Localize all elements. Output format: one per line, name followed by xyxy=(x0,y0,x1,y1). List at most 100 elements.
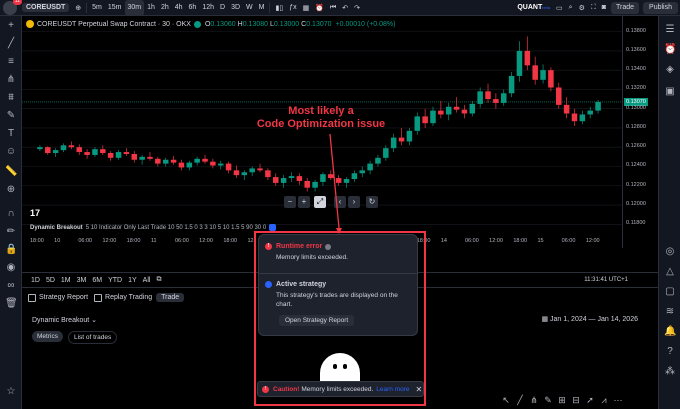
scroll-left-button[interactable]: ‹ xyxy=(334,196,346,208)
timeframe-30m[interactable]: 30m xyxy=(124,0,145,16)
crosshair-icon[interactable]: + xyxy=(5,20,17,32)
tab-replay-trading[interactable]: Replay Trading xyxy=(94,293,152,302)
time-tick-label: 06:00 xyxy=(561,238,576,244)
range-ytd[interactable]: YTD xyxy=(105,277,125,284)
layers-icon[interactable]: ◈ xyxy=(664,64,676,76)
range-1y[interactable]: 1Y xyxy=(125,277,140,284)
watchlist-icon[interactable]: ☰ xyxy=(664,24,676,36)
price-axis[interactable]: 0.13070 0.13800 0.13600 0.13400 0.13200 0.13… xyxy=(622,16,658,248)
trash-icon[interactable]: 🗑 xyxy=(5,298,18,310)
arrow-icon[interactable]: ➚ xyxy=(584,394,596,406)
horizontal-lines-icon[interactable]: ≡ xyxy=(5,56,17,68)
timeframe-2h[interactable]: 2h xyxy=(158,0,172,16)
search-icon[interactable]: ⌕ xyxy=(566,0,576,16)
tab-trade[interactable]: Trade xyxy=(156,293,185,302)
date-range-selector[interactable]: ▦ Jan 1, 2024 — Jan 14, 2026 xyxy=(541,315,638,323)
timeframe-D[interactable]: D xyxy=(217,0,228,16)
strategy-selector[interactable]: Dynamic Breakout ⌄ xyxy=(32,316,97,324)
zoom-out-button[interactable]: − xyxy=(284,196,296,208)
timeframe-12h[interactable]: 12h xyxy=(199,0,217,16)
timeframe-4h[interactable]: 4h xyxy=(172,0,186,16)
trendline-icon[interactable]: ╱ xyxy=(514,394,526,406)
quant-logo[interactable]: QUANT beta xyxy=(514,0,553,16)
candle-body xyxy=(383,148,389,158)
eye-icon[interactable]: ◉ xyxy=(5,262,17,274)
trade-button[interactable]: Trade xyxy=(611,1,640,14)
undo-icon[interactable]: ↶ xyxy=(339,0,351,16)
pattern-icon[interactable]: ⩘ xyxy=(598,394,610,406)
chart-type-icon[interactable]: ▮▯ xyxy=(272,0,286,16)
ruler-icon[interactable]: 📏 xyxy=(5,166,17,178)
range-6m[interactable]: 6M xyxy=(89,277,105,284)
zoom-in-button[interactable]: + xyxy=(298,196,310,208)
target-icon[interactable]: ◎ xyxy=(664,246,676,258)
signal-icon[interactable]: ≋ xyxy=(664,306,676,318)
pencil-lock-icon[interactable]: ✏ xyxy=(5,226,17,238)
symbol-search-button[interactable]: COREUSDT xyxy=(19,0,72,16)
price-tick-label: 0.13000 xyxy=(626,104,646,111)
timeframe-5m[interactable]: 5m xyxy=(89,0,105,16)
notifications-icon[interactable]: 🔔 xyxy=(664,326,676,338)
avatar[interactable]: 11 xyxy=(3,0,22,15)
measure-icon[interactable]: ⊟ xyxy=(570,394,582,406)
brush-icon[interactable]: ✎ xyxy=(5,110,17,122)
trendline-icon[interactable]: ╱ xyxy=(5,38,17,50)
range-3m[interactable]: 3M xyxy=(74,277,90,284)
scroll-right-button[interactable]: › xyxy=(348,196,360,208)
tab-strategy-report[interactable]: Strategy Report xyxy=(28,293,88,302)
timeframe-1h[interactable]: 1h xyxy=(144,0,158,16)
subtab-metrics[interactable]: Metrics xyxy=(32,331,63,342)
more-icon[interactable]: ⋯ xyxy=(612,394,624,406)
alert-icon[interactable]: ⏰ xyxy=(312,0,327,16)
reset-chart-button[interactable]: ↻ xyxy=(366,196,378,208)
indicators-icon[interactable]: ƒx xyxy=(286,0,299,16)
range-1d[interactable]: 1D xyxy=(28,277,43,284)
timeframe-6h[interactable]: 6h xyxy=(186,0,200,16)
goto-date-icon[interactable]: ⧉ xyxy=(153,276,164,284)
timeframe-M[interactable]: M xyxy=(256,0,268,16)
open-value: 0.13060 xyxy=(210,20,236,28)
magnet-icon[interactable]: ∩ xyxy=(5,208,17,220)
favorites-icon[interactable]: ☆ xyxy=(5,386,17,398)
text-icon[interactable]: T xyxy=(5,128,17,140)
candle-body xyxy=(225,163,232,171)
pitchfork-icon[interactable]: ⋔ xyxy=(5,74,17,86)
calendar-icon[interactable]: ▣ xyxy=(664,86,676,98)
scroll-reset-button[interactable]: ⤢ xyxy=(314,196,326,208)
indicator-error-icon[interactable] xyxy=(269,224,277,231)
range-5d[interactable]: 5D xyxy=(43,277,58,284)
timeframe-15m[interactable]: 15m xyxy=(105,0,125,16)
settings-icon[interactable]: ⚙ xyxy=(576,0,588,16)
range-1m[interactable]: 1M xyxy=(58,277,74,284)
timeframe-W[interactable]: W xyxy=(243,0,256,16)
alerts-icon[interactable]: ⏰ xyxy=(664,44,676,56)
layout-icon[interactable]: ▭ xyxy=(553,0,566,16)
timeframe-3D[interactable]: 3D xyxy=(228,0,243,16)
subtab-list-of-trades[interactable]: List of trades xyxy=(68,331,118,344)
apps-grid-icon[interactable]: ⁂ xyxy=(664,366,676,378)
quant-logo-sub: beta xyxy=(542,4,551,10)
ruler-icon[interactable]: ⊞ xyxy=(556,394,568,406)
emoji-icon[interactable]: ☺ xyxy=(5,146,17,158)
chat-icon[interactable]: ▢ xyxy=(664,286,676,298)
publish-button[interactable]: Publish xyxy=(643,1,678,14)
range-all[interactable]: All xyxy=(140,277,154,284)
redo-icon[interactable]: ↷ xyxy=(351,0,363,16)
help-icon[interactable]: ? xyxy=(664,346,676,358)
lock-icon[interactable]: 🔒 xyxy=(5,244,17,256)
fib-icon[interactable]: ⩩ xyxy=(5,92,17,104)
templates-icon[interactable]: ▦ xyxy=(300,0,313,16)
chart-pane[interactable]: COREUSDT Perpetual Swap Contract · 30 · … xyxy=(22,16,622,248)
replay-icon[interactable]: ⏮ xyxy=(327,0,339,16)
fullscreen-icon[interactable]: ⛶ xyxy=(588,0,599,16)
clock-time[interactable]: 11:31:41 UTC+1 xyxy=(584,277,628,283)
ideas-icon[interactable]: △ xyxy=(664,266,676,278)
link-icon[interactable]: ∞ xyxy=(5,280,17,292)
brush-icon[interactable]: ✎ xyxy=(542,394,554,406)
add-symbol-icon[interactable]: ⊕ xyxy=(72,0,84,16)
cursor-icon[interactable]: ↖ xyxy=(500,394,512,406)
pitchfork-icon[interactable]: ⋔ xyxy=(528,394,540,406)
indicator-legend[interactable]: Dynamic Breakout 5 10 Indicator Only Las… xyxy=(30,224,277,231)
zoom-icon[interactable]: ⊕ xyxy=(5,184,17,196)
camera-icon[interactable]: ◙ xyxy=(599,0,609,16)
